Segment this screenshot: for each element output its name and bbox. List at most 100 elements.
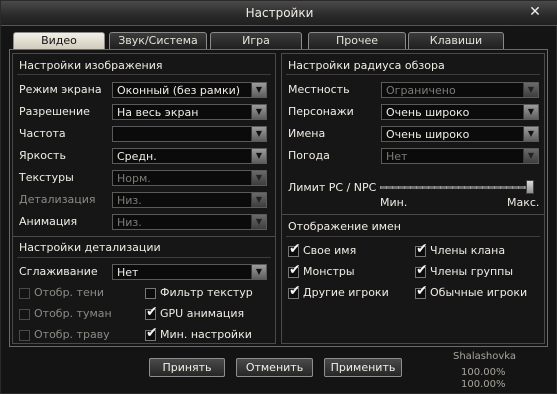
show-shadows-label: Отобр. тени [34, 286, 105, 299]
party-members-label: Члены группы [430, 265, 514, 278]
screen-mode-label: Режим экрана [19, 83, 102, 96]
tab-video[interactable]: Видео [13, 32, 105, 50]
title-bar[interactable]: Настройки ✕ [1, 1, 557, 26]
divider [286, 236, 540, 237]
show-grass-checkbox [19, 330, 30, 341]
monsters-label: Монстры [303, 265, 355, 278]
show-grass-label: Отобр. траву [34, 328, 110, 341]
cancel-button[interactable]: Отменить [236, 358, 313, 377]
left-section: Настройки изображения Режим экрана Оконн… [12, 53, 276, 344]
tab-game[interactable]: Игра [210, 32, 302, 49]
antialias-value: Нет [117, 266, 139, 279]
resolution-value: На весь экран [117, 106, 199, 119]
brightness-dropdown[interactable]: Средн. ▼ [112, 148, 267, 164]
slider-max-label: Макс. [507, 196, 540, 209]
animation-dropdown: Низ. ▼ [112, 214, 267, 230]
textures-label: Текстуры [19, 171, 74, 184]
chevron-down-icon: ▼ [251, 105, 266, 119]
min-settings-label: Мин. настройки [160, 328, 252, 341]
checkmark-icon: ✔ [416, 262, 428, 278]
tab-other[interactable]: Прочее [308, 32, 406, 49]
limit-label: Лимит PC / NPC [288, 181, 377, 194]
show-shadows-checkbox [19, 288, 30, 299]
show-fog-checkbox [19, 309, 30, 320]
own-name-label: Свое имя [303, 244, 357, 257]
chevron-down-icon: ▼ [251, 265, 266, 279]
checkmark-icon: ✔ [146, 304, 158, 320]
tab-sound-system[interactable]: Звук/Система [109, 32, 207, 49]
gpu-animation-label: GPU анимация [160, 307, 245, 320]
name-display-title: Отображение имен [288, 220, 401, 233]
names-dropdown[interactable]: Очень широко ▼ [381, 126, 539, 142]
screen-mode-value: Оконный (без рамки) [117, 84, 241, 97]
animation-label: Анимация [19, 215, 78, 228]
apply-button[interactable]: Применить [324, 358, 402, 377]
antialias-label: Сглаживание [19, 265, 98, 278]
screen-mode-dropdown[interactable]: Оконный (без рамки) ▼ [112, 82, 267, 98]
divider [13, 236, 275, 237]
chevron-down-icon: ▼ [523, 105, 538, 119]
min-settings-checkbox[interactable]: ✔ [145, 326, 158, 341]
monsters-checkbox[interactable]: ✔ [288, 263, 301, 278]
chevron-down-icon: ▼ [523, 83, 538, 97]
checkmark-icon: ✔ [146, 325, 158, 341]
divider [282, 214, 544, 215]
resolution-dropdown[interactable]: На весь экран ▼ [112, 104, 267, 120]
terrain-dropdown: Ограничено ▼ [381, 82, 539, 98]
texture-filter-label: Фильтр текстур [160, 286, 253, 299]
detail-dropdown: Низ. ▼ [112, 192, 267, 208]
accept-button[interactable]: Принять [149, 358, 225, 377]
divider [17, 257, 271, 258]
weather-dropdown: Нет ▼ [381, 148, 539, 164]
antialias-dropdown[interactable]: Нет ▼ [112, 264, 267, 280]
chevron-down-icon: ▼ [251, 215, 266, 229]
checkmark-icon: ✔ [416, 283, 428, 299]
detail-label: Детализация [19, 193, 96, 206]
other-players-checkbox[interactable]: ✔ [288, 284, 301, 299]
gpu-animation-checkbox[interactable]: ✔ [145, 305, 158, 320]
background-character-name: Shalashovka [453, 351, 517, 362]
characters-label: Персонажи [288, 105, 354, 118]
textures-value: Норм. [117, 172, 151, 185]
weather-value: Нет [386, 150, 408, 163]
chevron-down-icon: ▼ [523, 149, 538, 163]
characters-value: Очень широко [386, 106, 470, 119]
frequency-dropdown[interactable]: ▼ [112, 126, 267, 142]
textures-dropdown: Норм. ▼ [112, 170, 267, 186]
terrain-label: Местность [288, 83, 350, 96]
window-title: Настройки [245, 6, 314, 20]
background-hp: 100.00% [461, 367, 506, 378]
regular-players-checkbox[interactable]: ✔ [415, 284, 428, 299]
other-players-label: Другие игроки [303, 286, 389, 299]
party-members-checkbox[interactable]: ✔ [415, 263, 428, 278]
background-mp: 100.00% [461, 379, 506, 390]
divider [286, 74, 540, 75]
brightness-value: Средн. [117, 150, 157, 163]
close-icon[interactable]: ✕ [528, 5, 542, 19]
limit-slider-track[interactable] [380, 186, 532, 189]
names-label: Имена [288, 127, 326, 140]
chevron-down-icon: ▼ [251, 127, 266, 141]
clan-members-label: Члены клана [430, 244, 506, 257]
checkmark-icon: ✔ [289, 262, 301, 278]
clan-members-checkbox[interactable]: ✔ [415, 242, 428, 257]
weather-label: Погода [288, 149, 330, 162]
detail-value: Низ. [117, 194, 142, 207]
names-value: Очень широко [386, 128, 470, 141]
chevron-down-icon: ▼ [251, 171, 266, 185]
animation-value: Низ. [117, 216, 142, 229]
texture-filter-checkbox[interactable] [145, 288, 156, 299]
regular-players-label: Обычные игроки [430, 286, 528, 299]
view-range-title: Настройки радиуса обзора [288, 59, 445, 72]
checkmark-icon: ✔ [289, 283, 301, 299]
characters-dropdown[interactable]: Очень широко ▼ [381, 104, 539, 120]
terrain-value: Ограничено [386, 84, 456, 97]
frequency-label: Частота [19, 127, 66, 140]
video-panel: Настройки изображения Режим экрана Оконн… [9, 49, 548, 347]
chevron-down-icon: ▼ [251, 149, 266, 163]
limit-slider-thumb[interactable] [526, 180, 534, 194]
own-name-checkbox[interactable]: ✔ [288, 242, 301, 257]
tab-keys[interactable]: Клавиши [408, 32, 504, 49]
image-settings-title: Настройки изображения [19, 59, 163, 72]
detail-settings-title: Настройки детализации [19, 241, 161, 254]
